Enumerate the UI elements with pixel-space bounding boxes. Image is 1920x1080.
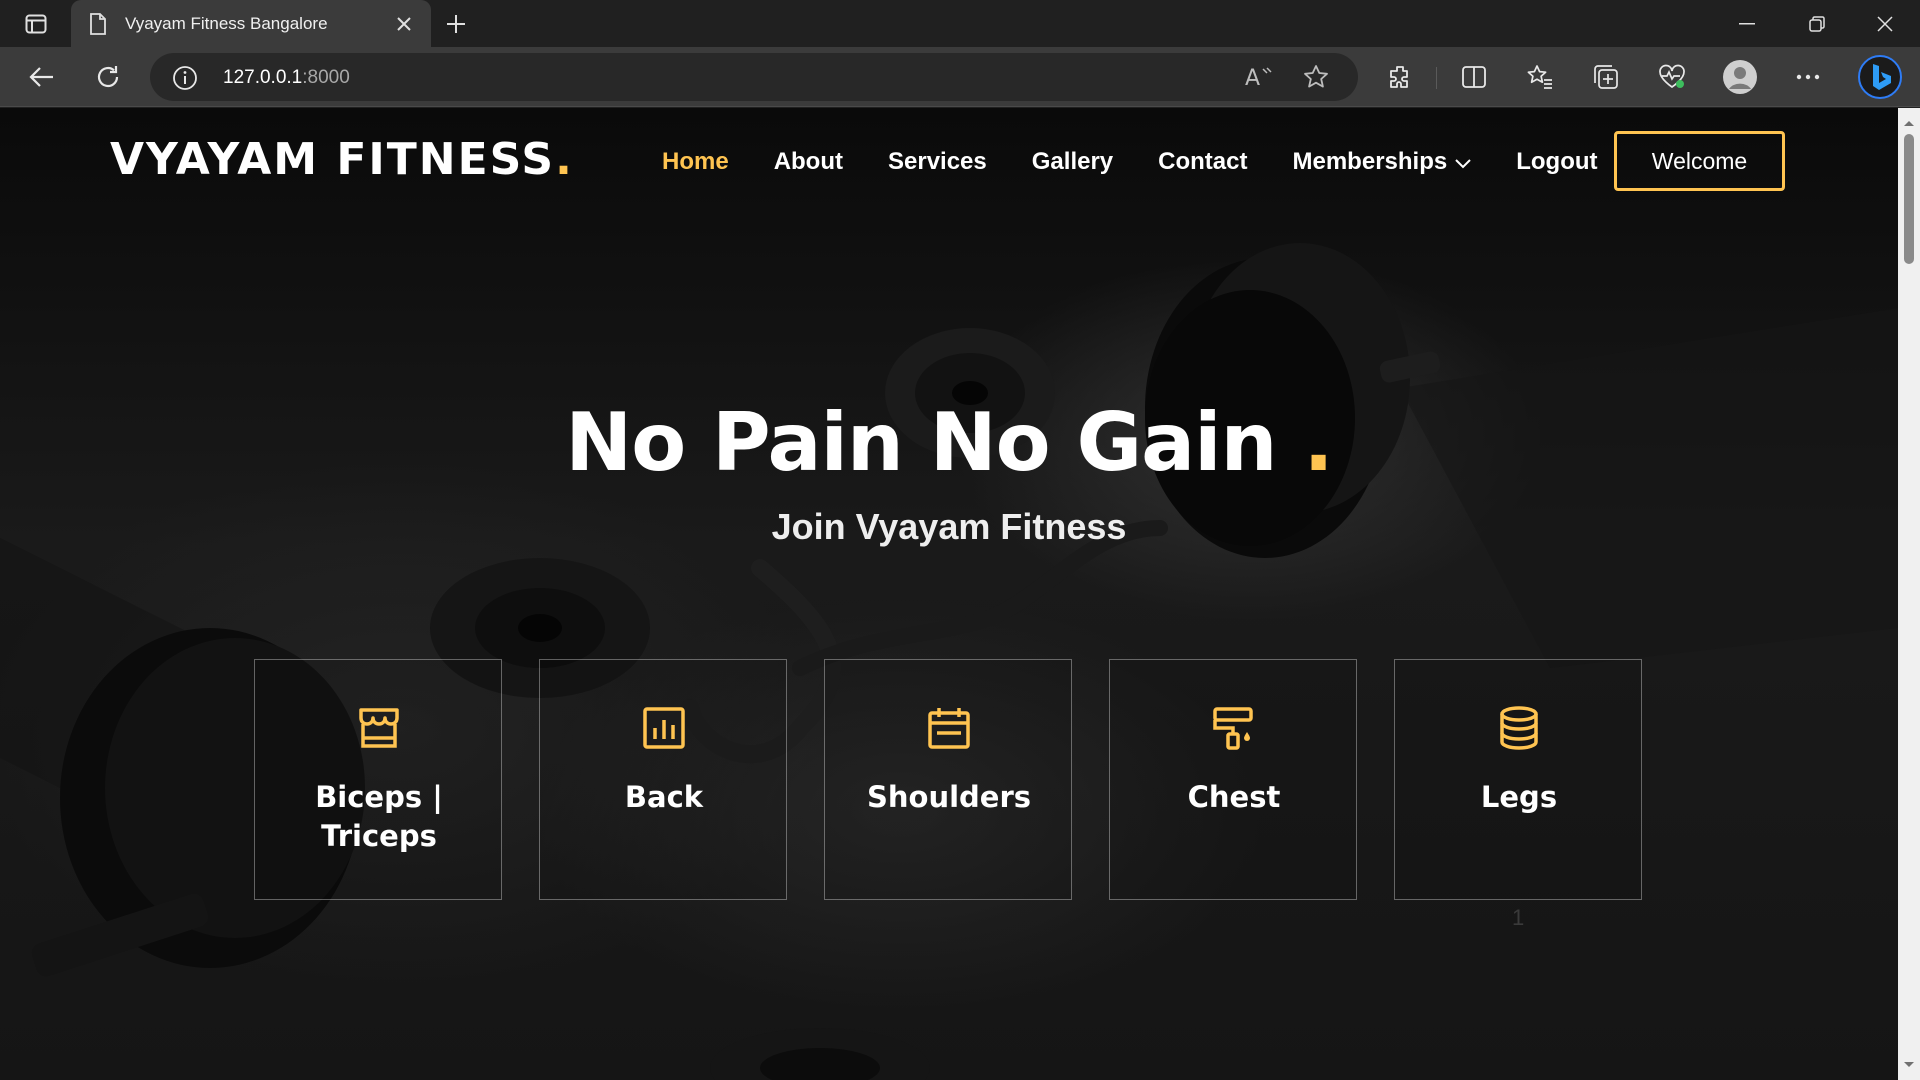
card-legs[interactable]: Legs (1394, 659, 1642, 900)
tab-title: Vyayam Fitness Bangalore (125, 14, 328, 33)
site-header: VYAYAM FITNESS. Home About Services Gall… (0, 108, 1898, 218)
more-options-icon[interactable] (1788, 57, 1828, 97)
site-logo[interactable]: VYAYAM FITNESS. (110, 134, 574, 185)
close-tab-icon[interactable] (393, 13, 415, 35)
back-icon[interactable] (22, 57, 62, 97)
card-title: Back (624, 780, 704, 814)
restore-icon[interactable] (1794, 8, 1840, 40)
nav-gallery[interactable]: Gallery (1032, 148, 1113, 176)
card-chest[interactable]: Chest (1109, 659, 1357, 900)
page-scrollbar[interactable] (1898, 108, 1920, 1080)
card-title: Legs (1480, 780, 1558, 814)
page-marker: 1 (1512, 905, 1525, 930)
address-bar[interactable]: 127.0.0.1:8000 A (150, 53, 1358, 101)
site-info-icon[interactable] (172, 65, 198, 96)
scroll-up-icon[interactable] (1903, 114, 1915, 132)
toolbar-separator (1436, 67, 1437, 89)
welcome-button[interactable]: Welcome (1614, 131, 1785, 191)
nav-memberships-dropdown[interactable]: Memberships (1293, 148, 1472, 176)
close-window-icon[interactable] (1862, 8, 1908, 40)
bing-copilot-icon[interactable] (1858, 55, 1902, 99)
card-title: Shoulders (866, 780, 1032, 814)
tab-actions-icon[interactable] (20, 12, 52, 36)
card-title: Biceps | Triceps (315, 780, 443, 853)
document-icon (89, 13, 107, 40)
scrollbar-thumb[interactable] (1904, 134, 1914, 264)
extensions-icon[interactable] (1380, 57, 1420, 97)
browser-tab[interactable]: Vyayam Fitness Bangalore (71, 0, 431, 47)
card-title: Chest (1187, 780, 1281, 814)
dumbbell-background-image (0, 243, 1898, 1080)
nav-logout[interactable]: Logout (1516, 148, 1597, 176)
split-screen-icon[interactable] (1454, 57, 1494, 97)
browser-titlebar: Vyayam Fitness Bangalore (0, 0, 1920, 47)
calendar-icon (825, 706, 1073, 750)
card-biceps-triceps[interactable]: Biceps | Triceps (254, 659, 502, 900)
main-nav: Home About Services Gallery Contact Memb… (662, 148, 1643, 176)
nav-contact[interactable]: Contact (1158, 148, 1247, 176)
card-shoulders[interactable]: Shoulders (824, 659, 1072, 900)
chevron-down-icon (1455, 148, 1471, 176)
card-back[interactable]: Back (539, 659, 787, 900)
nav-memberships-label: Memberships (1292, 148, 1448, 175)
database-icon (1395, 706, 1643, 750)
nav-about[interactable]: About (774, 148, 843, 176)
browser-toolbar: 127.0.0.1:8000 A (0, 47, 1920, 107)
nav-services[interactable]: Services (888, 148, 987, 176)
scroll-down-icon[interactable] (1903, 1056, 1915, 1074)
browser-essentials-icon[interactable] (1652, 57, 1692, 97)
nav-home[interactable]: Home (662, 148, 729, 176)
url-text: 127.0.0.1:8000 (223, 67, 350, 88)
refresh-icon[interactable] (88, 57, 128, 97)
paint-roller-icon (1110, 706, 1358, 750)
collections-icon[interactable] (1586, 57, 1626, 97)
hero-title: No Pain No Gain . (565, 396, 1334, 489)
svg-text:A: A (1245, 66, 1260, 89)
favorites-icon[interactable] (1520, 57, 1560, 97)
bar-chart-icon (540, 706, 788, 750)
favorite-star-icon[interactable] (1303, 64, 1329, 95)
minimize-icon[interactable] (1724, 8, 1770, 40)
hero-subtitle: Join Vyayam Fitness (771, 506, 1127, 547)
store-icon (255, 706, 503, 750)
page-viewport: VYAYAM FITNESS. Home About Services Gall… (0, 108, 1898, 1080)
new-tab-icon[interactable] (440, 9, 472, 39)
read-aloud-icon[interactable]: A (1245, 65, 1273, 94)
profile-avatar[interactable] (1720, 57, 1760, 97)
